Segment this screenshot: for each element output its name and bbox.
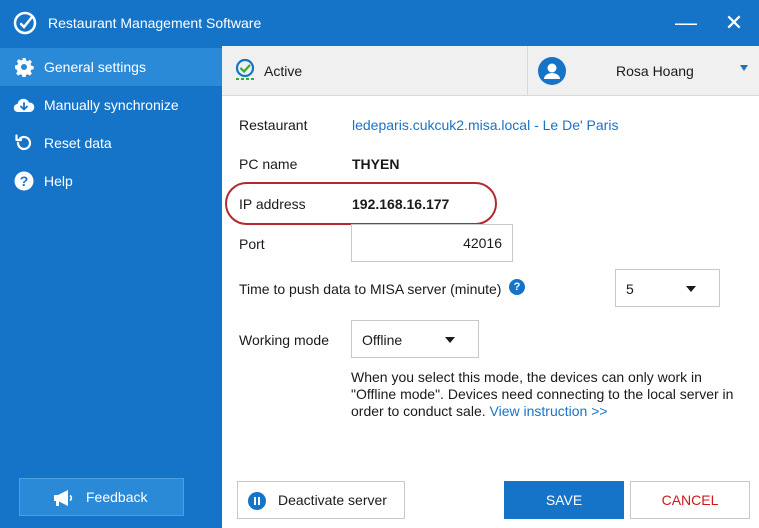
sidebar-item-label: Manually synchronize: [44, 97, 179, 113]
sidebar-item-label: General settings: [44, 59, 146, 75]
sidebar-item-general-settings[interactable]: General settings: [0, 48, 222, 86]
help-icon: ?: [13, 170, 35, 192]
megaphone-icon: [54, 490, 73, 506]
help-tooltip-icon[interactable]: ?: [509, 279, 525, 295]
push-time-value: 5: [626, 281, 634, 297]
sidebar-item-label: Reset data: [44, 135, 112, 151]
status-bar: Active Rosa Hoang: [222, 46, 759, 96]
close-button[interactable]: ✕: [719, 8, 749, 38]
title-bar: Restaurant Management Software — ✕: [0, 0, 759, 46]
pause-icon: [248, 492, 266, 510]
chevron-down-icon: [686, 286, 696, 292]
sidebar-item-reset-data[interactable]: Reset data: [0, 124, 222, 162]
status-label: Active: [264, 63, 303, 79]
port-label: Port: [239, 236, 265, 252]
sidebar: General settings Manually synchronize Re…: [0, 46, 222, 528]
restaurant-value[interactable]: ledeparis.cukcuk2.misa.local - Le De' Pa…: [352, 117, 618, 133]
cloud-download-icon: [13, 94, 35, 116]
save-button[interactable]: SAVE: [504, 481, 624, 519]
svg-text:?: ?: [20, 173, 29, 189]
working-mode-label: Working mode: [239, 332, 330, 348]
avatar-icon: [538, 57, 566, 85]
chevron-down-icon: [445, 337, 455, 343]
minimize-button[interactable]: —: [671, 8, 701, 38]
view-instruction-link[interactable]: View instruction >>: [490, 403, 608, 419]
settings-form: Restaurant ledeparis.cukcuk2.misa.local …: [222, 96, 759, 528]
user-menu[interactable]: Rosa Hoang: [527, 46, 759, 96]
feedback-button[interactable]: Feedback: [19, 478, 184, 516]
deactivate-server-button[interactable]: Deactivate server: [237, 481, 405, 519]
app-logo-icon: [13, 11, 37, 35]
chevron-down-icon: [740, 65, 748, 71]
server-active-icon: [235, 58, 255, 80]
port-input[interactable]: [351, 224, 513, 262]
working-mode-select[interactable]: Offline: [351, 320, 479, 358]
reset-icon: [13, 132, 35, 154]
push-time-label: Time to push data to MISA server (minute…: [239, 281, 502, 297]
sidebar-item-manually-synchronize[interactable]: Manually synchronize: [0, 86, 222, 124]
pc-name-label: PC name: [239, 156, 298, 172]
working-mode-description: When you select this mode, the devices c…: [351, 369, 741, 420]
cancel-button[interactable]: CANCEL: [630, 481, 750, 519]
window-title: Restaurant Management Software: [48, 15, 262, 31]
push-time-select[interactable]: 5: [615, 269, 720, 307]
ip-address-label: IP address: [239, 196, 306, 212]
working-mode-value: Offline: [362, 332, 403, 348]
user-name: Rosa Hoang: [616, 63, 694, 79]
sidebar-item-help[interactable]: ? Help: [0, 162, 222, 200]
restaurant-label: Restaurant: [239, 117, 308, 133]
gear-icon: [13, 56, 35, 78]
deactivate-label: Deactivate server: [278, 492, 387, 508]
ip-address-value: 192.168.16.177: [352, 196, 450, 212]
sidebar-item-label: Help: [44, 173, 73, 189]
feedback-label: Feedback: [86, 489, 148, 505]
pc-name-value: THYEN: [352, 156, 400, 172]
